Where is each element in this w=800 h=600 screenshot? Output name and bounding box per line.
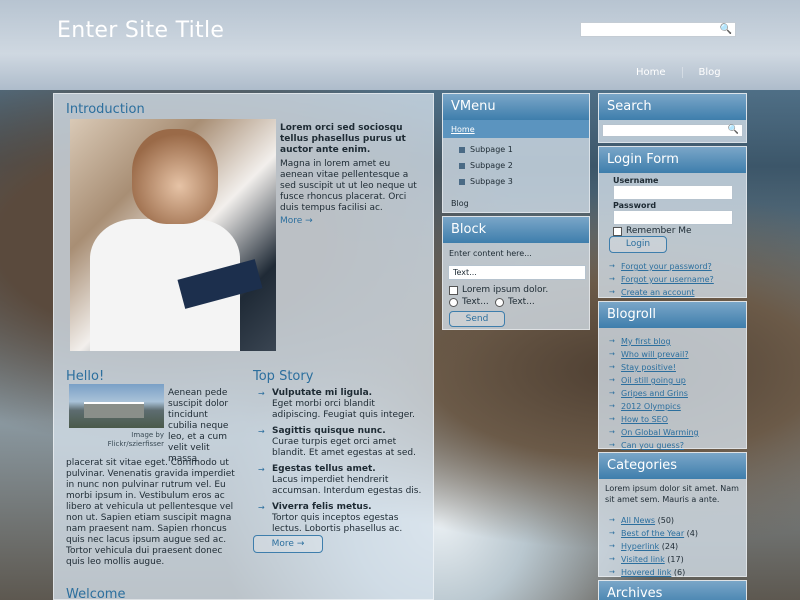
- top-story-more-button[interactable]: More →: [253, 535, 323, 553]
- main-nav: Home Blog: [620, 67, 737, 78]
- password-label: Password: [613, 201, 657, 210]
- hello-heading: Hello!: [66, 369, 105, 384]
- hello-text: placerat sit vitae eget. Commodo ut pulv…: [66, 458, 235, 567]
- categories-heading: Categories: [599, 453, 746, 479]
- forgot-username-link[interactable]: Forgot your username?: [609, 275, 714, 284]
- top-story-heading: Top Story: [253, 369, 314, 384]
- vmenu-subpage-1[interactable]: Subpage 1: [443, 145, 589, 154]
- login-button[interactable]: Login: [609, 236, 667, 253]
- intro-text: Magna in lorem amet eu aenean vitae pell…: [280, 159, 417, 213]
- top-story-list: Vulputate mi ligula.Eget morbi orci blan…: [254, 388, 424, 540]
- block-radio-1[interactable]: Text...: [449, 297, 489, 307]
- list-item: Egestas tellus amet.Lacus imperdiet hend…: [254, 464, 424, 497]
- sidebar-search-input[interactable]: 🔍: [602, 124, 743, 137]
- list-item[interactable]: My first blog: [609, 335, 699, 348]
- block-text-input[interactable]: Text...: [448, 265, 586, 280]
- login-box: Login Form Username Password Remember Me…: [598, 146, 747, 298]
- blogroll-list: My first blog Who will prevail? Stay pos…: [609, 335, 699, 452]
- list-item[interactable]: Who will prevail?: [609, 348, 699, 361]
- list-item[interactable]: How to SEO: [609, 413, 699, 426]
- search-icon[interactable]: 🔍: [728, 125, 739, 135]
- list-item: Viverra felis metus.Tortor quis inceptos…: [254, 502, 424, 535]
- list-item[interactable]: Best of the Year (4): [609, 527, 698, 540]
- block-radio-2[interactable]: Text...: [495, 297, 535, 307]
- archives-box: Archives: [598, 580, 747, 600]
- intro-more-link[interactable]: More →: [280, 216, 313, 226]
- list-item[interactable]: Visited link (17): [609, 553, 698, 566]
- nav-home[interactable]: Home: [620, 67, 682, 78]
- username-label: Username: [613, 176, 659, 185]
- main-content: Introduction Lorem orci sed sociosqu tel…: [53, 93, 434, 600]
- vmenu-subpage-2[interactable]: Subpage 2: [443, 161, 589, 170]
- vmenu-box: VMenu Home Subpage 1 Subpage 2 Subpage 3…: [442, 93, 590, 213]
- vmenu-subpage-3[interactable]: Subpage 3: [443, 177, 589, 186]
- password-input[interactable]: [613, 210, 733, 225]
- list-item[interactable]: Gripes and Grins: [609, 387, 699, 400]
- forgot-password-link[interactable]: Forgot your password?: [609, 262, 712, 271]
- list-item[interactable]: Stay positive!: [609, 361, 699, 374]
- vmenu-blog[interactable]: Blog: [451, 199, 469, 208]
- block-label: Enter content here...: [449, 249, 532, 258]
- welcome-heading: Welcome: [66, 587, 126, 600]
- header-search-input[interactable]: 🔍: [580, 22, 736, 37]
- nav-blog[interactable]: Blog: [681, 67, 737, 78]
- list-item: Sagittis quisque nunc.Curae turpis eget …: [254, 426, 424, 459]
- vmenu-heading: VMenu: [443, 94, 589, 120]
- woman-photo: [70, 119, 276, 351]
- search-box: Search 🔍: [598, 93, 747, 143]
- send-button[interactable]: Send: [449, 311, 505, 327]
- list-item[interactable]: 2012 Olympics: [609, 400, 699, 413]
- categories-box: Categories Lorem ipsum dolor sit amet. N…: [598, 452, 747, 579]
- list-item[interactable]: On Global Warming: [609, 426, 699, 439]
- list-item[interactable]: Hyperlink (24): [609, 540, 698, 553]
- archives-heading: Archives: [599, 581, 746, 600]
- intro-bold-text: Lorem orci sed sociosqu tellus phasellus…: [280, 123, 406, 155]
- categories-list: All News (50) Best of the Year (4) Hyper…: [609, 514, 698, 579]
- categories-intro: Lorem ipsum dolor sit amet. Nam sit amet…: [605, 484, 739, 504]
- list-item[interactable]: Can you guess?: [609, 439, 699, 452]
- blogroll-box: Blogroll My first blog Who will prevail?…: [598, 301, 747, 452]
- remember-checkbox[interactable]: Remember Me: [613, 226, 692, 236]
- block-checkbox[interactable]: Lorem ipsum dolor.: [449, 285, 548, 295]
- block-heading: Block: [443, 217, 589, 243]
- login-heading: Login Form: [599, 147, 746, 173]
- list-item: Vulputate mi ligula.Eget morbi orci blan…: [254, 388, 424, 421]
- house-image: [69, 384, 164, 428]
- block-box: Block Enter content here... Text... Lore…: [442, 216, 590, 330]
- blogroll-heading: Blogroll: [599, 302, 746, 328]
- list-item[interactable]: Hovered link (6): [609, 566, 698, 579]
- hello-side-text: Aenean pede suscipit dolor tincidunt cub…: [168, 388, 229, 464]
- list-item[interactable]: Oil still going up: [609, 374, 699, 387]
- list-item[interactable]: All News (50): [609, 514, 698, 527]
- create-account-link[interactable]: Create an account: [609, 288, 695, 297]
- image-caption: Image by Flickr/szierfisser: [107, 431, 164, 448]
- username-input[interactable]: [613, 185, 733, 200]
- search-heading: Search: [599, 94, 746, 120]
- vmenu-home[interactable]: Home: [443, 120, 589, 138]
- search-icon[interactable]: 🔍: [720, 24, 732, 35]
- site-title[interactable]: Enter Site Title: [57, 18, 224, 43]
- intro-heading: Introduction: [66, 102, 145, 117]
